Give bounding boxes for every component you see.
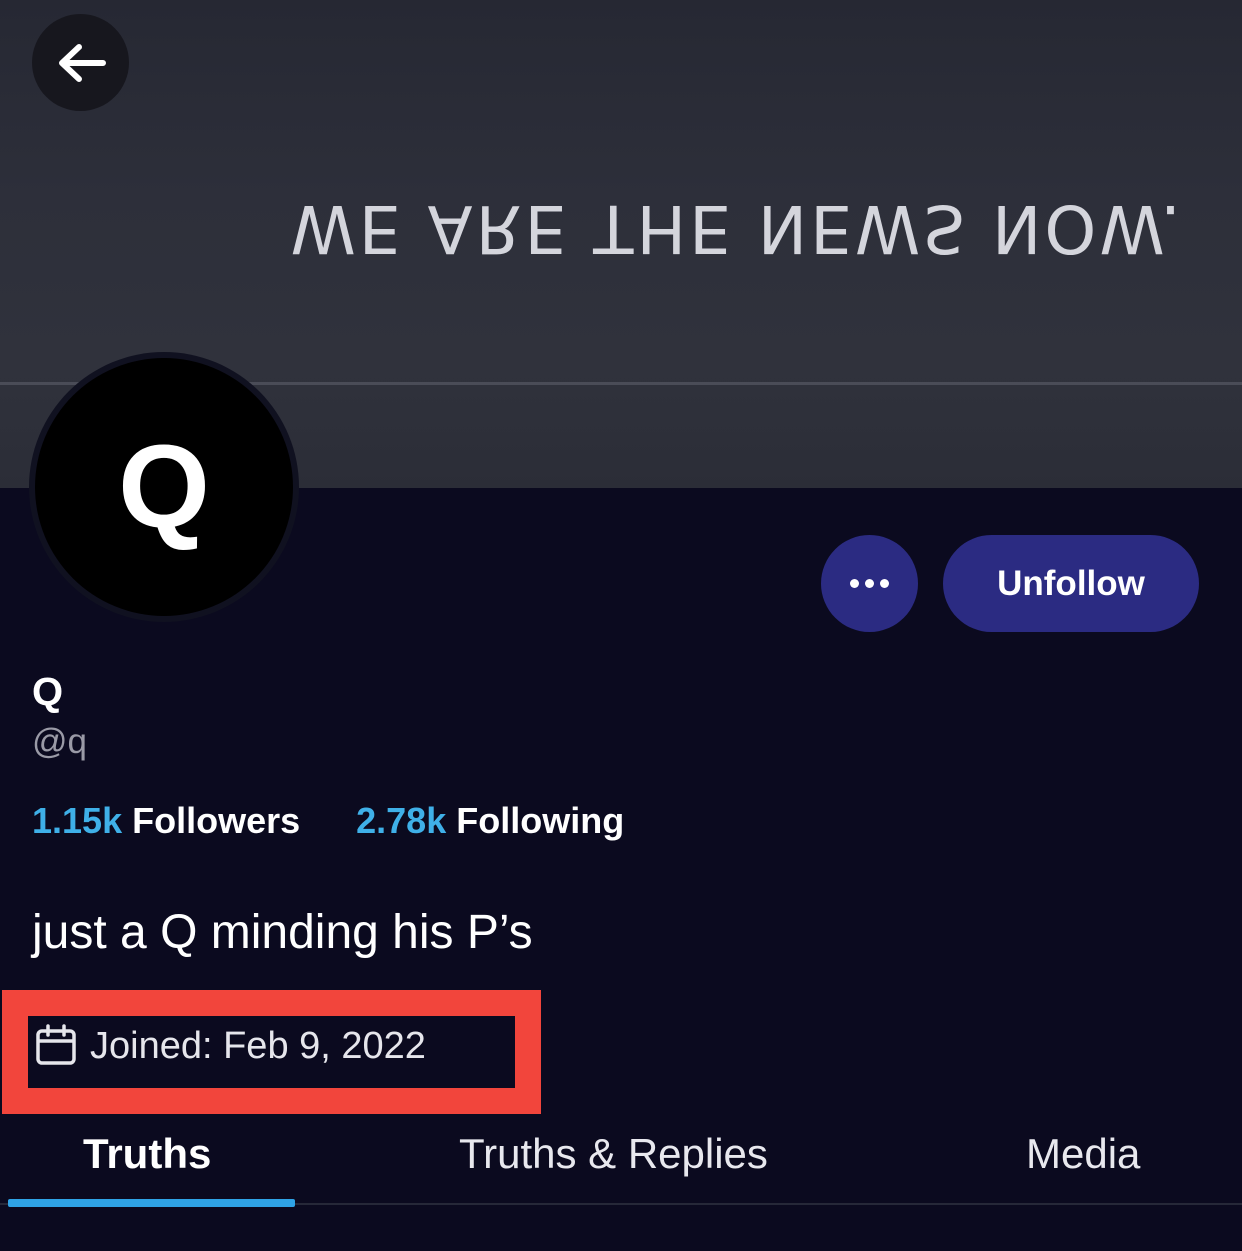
more-options-button[interactable] bbox=[821, 535, 918, 632]
back-button[interactable] bbox=[32, 14, 129, 111]
display-name: Q bbox=[32, 670, 64, 714]
profile-tabs: Truths Truths & Replies Media bbox=[0, 1130, 1242, 1202]
following-count: 2.78k bbox=[356, 800, 447, 841]
calendar-icon bbox=[36, 1024, 76, 1065]
banner-text: WE ARE THE NEWS NOW. bbox=[290, 190, 1184, 267]
avatar[interactable]: Q bbox=[35, 358, 293, 616]
avatar-letter: Q bbox=[118, 421, 210, 553]
profile-bio: just a Q minding his P’s bbox=[32, 906, 533, 959]
profile-stats: 1.15k Followers 2.78k Following bbox=[32, 800, 624, 842]
followers-label: Followers bbox=[132, 800, 301, 841]
followers-count: 1.15k bbox=[32, 800, 123, 841]
tab-truths-and-replies[interactable]: Truths & Replies bbox=[459, 1130, 768, 1178]
joined-date-row: Joined: Feb 9, 2022 bbox=[34, 1024, 426, 1068]
arrow-left-icon bbox=[58, 43, 106, 82]
user-handle: @q bbox=[32, 722, 87, 761]
active-tab-indicator bbox=[8, 1199, 295, 1207]
tab-truths[interactable]: Truths bbox=[83, 1130, 211, 1178]
following-label: Following bbox=[456, 800, 625, 841]
followers-link[interactable]: 1.15k Followers bbox=[32, 800, 300, 842]
joined-date: Joined: Feb 9, 2022 bbox=[90, 1024, 426, 1067]
ellipsis-icon bbox=[847, 579, 892, 588]
tab-media[interactable]: Media bbox=[1026, 1130, 1140, 1178]
following-link[interactable]: 2.78k Following bbox=[356, 800, 624, 842]
unfollow-button[interactable]: Unfollow bbox=[943, 535, 1199, 632]
